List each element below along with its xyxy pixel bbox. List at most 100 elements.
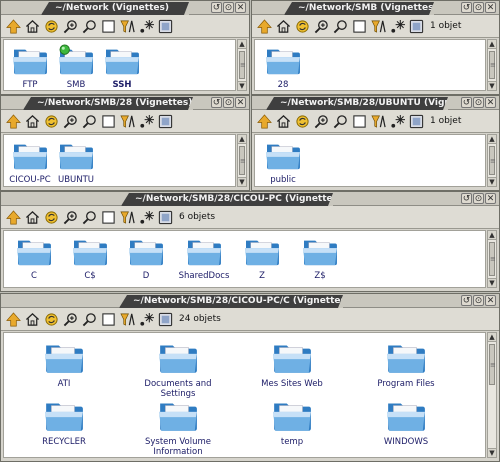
zoom-out-icon[interactable]	[81, 113, 98, 130]
shade-button[interactable]: ↺	[211, 2, 222, 13]
refresh-icon[interactable]	[43, 311, 60, 328]
zoom-out-icon[interactable]	[81, 18, 98, 35]
new-file-icon[interactable]	[389, 18, 406, 35]
title-bar[interactable]: ~/Network/SMB (Vignettes) ↺ ⊙ ✕	[252, 1, 499, 15]
scroll-up-icon[interactable]: ▲	[488, 231, 496, 240]
folder-item[interactable]: SMB	[53, 44, 99, 90]
folder-item[interactable]: C$	[67, 235, 113, 281]
view-icon[interactable]	[157, 209, 174, 226]
select-all-icon[interactable]	[351, 113, 368, 130]
file-manager-window[interactable]: ~/Network/SMB/28/UBUNTU (Vignett ↺ ⊙ ✕ 1 obj…	[251, 95, 500, 191]
scroll-thumb[interactable]	[489, 344, 495, 386]
up-arrow-icon[interactable]	[5, 113, 22, 130]
maximize-button[interactable]: ⊙	[223, 97, 234, 108]
view-icon[interactable]	[408, 113, 425, 130]
scroll-thumb[interactable]	[239, 51, 245, 79]
folder-item[interactable]: 28	[260, 44, 306, 90]
scroll-up-icon[interactable]: ▲	[238, 135, 246, 144]
scroll-down-icon[interactable]: ▼	[238, 177, 246, 186]
home-icon[interactable]	[275, 113, 292, 130]
folder-item[interactable]: Mes Sites Web	[237, 339, 347, 389]
shade-button[interactable]: ↺	[461, 2, 472, 13]
folder-item[interactable]: RECYCLER	[9, 397, 119, 447]
filter-icon[interactable]	[119, 18, 136, 35]
scroll-up-icon[interactable]: ▲	[488, 333, 496, 342]
scroll-thumb[interactable]	[489, 146, 495, 175]
zoom-in-icon[interactable]	[62, 311, 79, 328]
refresh-icon[interactable]	[43, 18, 60, 35]
home-icon[interactable]	[24, 209, 41, 226]
filter-icon[interactable]	[370, 18, 387, 35]
new-file-icon[interactable]	[138, 113, 155, 130]
zoom-in-icon[interactable]	[313, 18, 330, 35]
zoom-out-icon[interactable]	[332, 113, 349, 130]
up-arrow-icon[interactable]	[5, 209, 22, 226]
new-file-icon[interactable]	[138, 18, 155, 35]
file-view[interactable]: CICOU-PC UBUNTU	[3, 134, 236, 187]
close-button[interactable]: ✕	[485, 193, 496, 204]
maximize-button[interactable]: ⊙	[473, 295, 484, 306]
new-file-icon[interactable]	[389, 113, 406, 130]
shade-button[interactable]: ↺	[461, 97, 472, 108]
select-all-icon[interactable]	[100, 113, 117, 130]
vertical-scrollbar[interactable]: ▲▼	[487, 134, 497, 187]
folder-item[interactable]: Z	[239, 235, 285, 281]
title-bar[interactable]: ~/Network/SMB/28 (Vignettes) ↺ ⊙ ✕	[1, 96, 249, 110]
home-icon[interactable]	[24, 113, 41, 130]
scroll-thumb[interactable]	[239, 146, 245, 175]
file-manager-window[interactable]: ~/Network (Vignettes)↺⊙✕ FTP SMB SSH▲▼	[0, 0, 250, 95]
vertical-scrollbar[interactable]: ▲▼	[487, 332, 497, 458]
new-file-icon[interactable]	[138, 209, 155, 226]
shade-button[interactable]: ↺	[211, 97, 222, 108]
folder-item[interactable]: Z$	[297, 235, 343, 281]
file-view[interactable]: C C$ D SharedDocs Z Z$	[3, 230, 486, 288]
window-title[interactable]: ~/Network/SMB/28/UBUNTU (Vignett	[266, 97, 448, 110]
title-bar[interactable]: ~/Network/SMB/28/CICOU-PC (Vignettes) ↺ ⊙ ✕	[1, 192, 499, 206]
window-title[interactable]: ~/Network (Vignettes)	[41, 2, 189, 15]
up-arrow-icon[interactable]	[256, 18, 273, 35]
file-view[interactable]: FTP SMB SSH	[3, 39, 236, 91]
folder-item[interactable]: D	[123, 235, 169, 281]
close-button[interactable]: ✕	[235, 97, 246, 108]
maximize-button[interactable]: ⊙	[473, 2, 484, 13]
title-bar[interactable]: ~/Network (Vignettes) ↺ ⊙ ✕	[1, 1, 249, 15]
zoom-out-icon[interactable]	[332, 18, 349, 35]
home-icon[interactable]	[24, 18, 41, 35]
home-icon[interactable]	[275, 18, 292, 35]
file-manager-window[interactable]: ~/Network/SMB (Vignettes)↺⊙✕1 objet 28▲▼	[251, 0, 500, 95]
folder-item[interactable]: WINDOWS	[351, 397, 461, 447]
file-manager-window[interactable]: ~/Network/SMB/28/CICOU-PC/C (Vignettes) ↺…	[0, 293, 500, 462]
close-button[interactable]: ✕	[485, 97, 496, 108]
view-icon[interactable]	[157, 311, 174, 328]
scroll-thumb[interactable]	[489, 51, 495, 79]
folder-item[interactable]: UBUNTU	[53, 139, 99, 185]
refresh-icon[interactable]	[43, 209, 60, 226]
maximize-button[interactable]: ⊙	[473, 97, 484, 108]
filter-icon[interactable]	[119, 209, 136, 226]
zoom-in-icon[interactable]	[313, 113, 330, 130]
scroll-down-icon[interactable]: ▼	[488, 278, 496, 287]
folder-item[interactable]: SSH	[99, 44, 145, 90]
scroll-down-icon[interactable]: ▼	[488, 177, 496, 186]
folder-item[interactable]: C	[11, 235, 57, 281]
zoom-in-icon[interactable]	[62, 209, 79, 226]
maximize-button[interactable]: ⊙	[223, 2, 234, 13]
scroll-up-icon[interactable]: ▲	[238, 40, 246, 49]
window-title[interactable]: ~/Network/SMB (Vignettes)	[284, 2, 434, 15]
file-manager-window[interactable]: ~/Network/SMB/28 (Vignettes) ↺ ⊙ ✕ CICOU-PC…	[0, 95, 250, 191]
select-all-icon[interactable]	[100, 311, 117, 328]
view-icon[interactable]	[408, 18, 425, 35]
file-view[interactable]: ATI Documents and Settings Mes Sites Web…	[3, 332, 486, 458]
shade-button[interactable]: ↺	[461, 295, 472, 306]
scroll-up-icon[interactable]: ▲	[488, 135, 496, 144]
folder-item[interactable]: System Volume Information	[123, 397, 233, 457]
up-arrow-icon[interactable]	[5, 311, 22, 328]
scroll-thumb[interactable]	[489, 242, 495, 276]
folder-item[interactable]: temp	[237, 397, 347, 447]
close-button[interactable]: ✕	[485, 295, 496, 306]
close-button[interactable]: ✕	[235, 2, 246, 13]
zoom-out-icon[interactable]	[81, 311, 98, 328]
filter-icon[interactable]	[119, 311, 136, 328]
zoom-in-icon[interactable]	[62, 18, 79, 35]
vertical-scrollbar[interactable]: ▲▼	[487, 230, 497, 288]
